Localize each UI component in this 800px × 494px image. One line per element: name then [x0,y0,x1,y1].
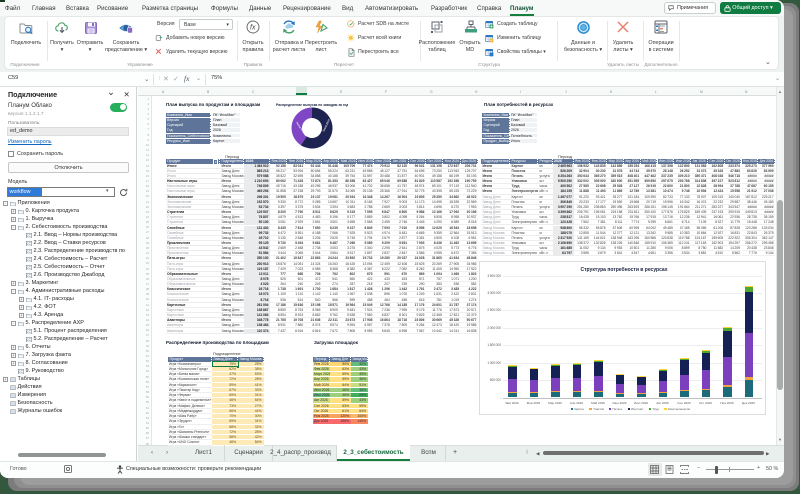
svg-text:fx: fx [250,25,256,32]
